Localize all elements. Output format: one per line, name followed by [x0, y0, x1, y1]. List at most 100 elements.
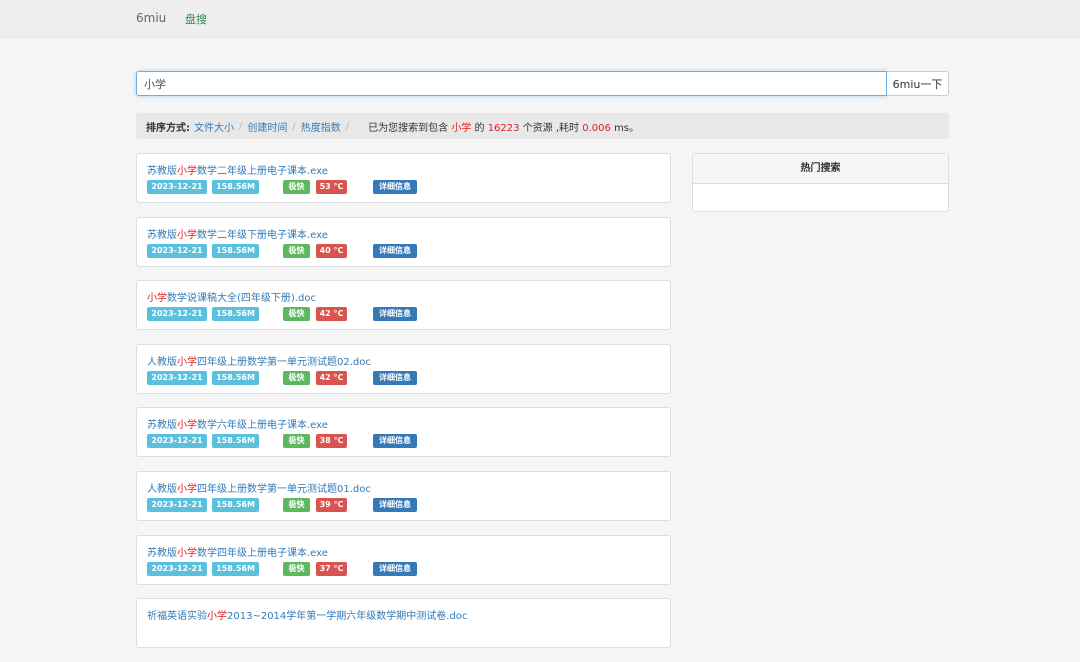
brand-logo[interactable]: 6miu: [136, 11, 166, 25]
size-badge: 158.56M: [212, 370, 259, 385]
result-badges: 2023-12-21 158.56M 极快 39 °C 详细信息: [147, 497, 647, 512]
result-badges: 2023-12-21 158.56M 极快 38 °C 详细信息: [147, 434, 647, 449]
size-badge: 158.56M: [212, 561, 259, 576]
result-title-link[interactable]: 小学数学说课稿大全(四年级下册).doc: [147, 289, 316, 304]
search-input[interactable]: [136, 71, 887, 96]
date-badge: 2023-12-21: [147, 561, 207, 576]
heat-badge: 40 °C: [316, 243, 347, 258]
date-badge: 2023-12-21: [147, 180, 207, 194]
summary-time-label: 个资源 ,耗时: [522, 122, 580, 134]
sort-by-size-link[interactable]: 文件大小: [194, 119, 234, 134]
title-suffix: 数学二年级下册电子课本.exe: [197, 229, 328, 241]
result-title-link[interactable]: 人教版小学四年级上册数学第一单元测试题01.doc: [147, 480, 371, 495]
title-suffix: 数学说课稿大全(四年级下册).doc: [167, 293, 316, 305]
date-badge: 2023-12-21: [147, 434, 207, 449]
result-badges: 2023-12-21 158.56M 极快 53 °C 详细信息: [147, 180, 647, 194]
speed-badge: 极快: [283, 243, 310, 258]
nav-link-pansou[interactable]: 盘搜: [185, 11, 207, 27]
result-item: 苏教版小学数学六年级上册电子课本.exe 2023-12-21 158.56M …: [136, 407, 671, 458]
result-item: 苏教版小学数学四年级上册电子课本.exe 2023-12-21 158.56M …: [136, 534, 671, 585]
detail-button[interactable]: 详细信息: [373, 434, 417, 449]
speed-badge: 极快: [283, 561, 310, 576]
result-item: 苏教版小学数学二年级上册电子课本.exe 2023-12-21 158.56M …: [136, 153, 671, 203]
result-item: 人教版小学四年级上册数学第一单元测试题02.doc 2023-12-21 158…: [136, 343, 671, 394]
title-prefix: 人教版: [147, 356, 177, 368]
search-bar: 6miu一下: [136, 71, 949, 96]
speed-badge: 极快: [283, 434, 310, 449]
heat-badge: 37 °C: [316, 561, 347, 576]
sort-label: 排序方式:: [146, 122, 190, 134]
result-title-link[interactable]: 苏教版小学数学二年级上册电子课本.exe: [147, 162, 328, 177]
sort-by-heat-link[interactable]: 热度指数: [301, 119, 341, 134]
summary-prefix: 已为您搜索到包含: [368, 122, 449, 134]
result-badges: 2023-12-21 158.56M 极快 37 °C 详细信息: [147, 561, 647, 576]
result-badges: 2023-12-21 158.56M 极快 40 °C 详细信息: [147, 243, 647, 258]
result-item: 祈福英语实验小学2013~2014学年第一学期六年级数学期中测试卷.doc: [136, 598, 671, 649]
title-prefix: 苏教版: [147, 420, 177, 432]
size-badge: 158.56M: [212, 497, 259, 512]
date-badge: 2023-12-21: [147, 497, 207, 512]
summary-count: 16223: [487, 122, 520, 134]
sort-separator: /: [239, 120, 243, 132]
detail-button[interactable]: 详细信息: [373, 370, 417, 385]
title-suffix: 四年级上册数学第一单元测试题02.doc: [197, 356, 371, 368]
speed-badge: 极快: [283, 180, 310, 194]
result-title-link[interactable]: 祈福英语实验小学2013~2014学年第一学期六年级数学期中测试卷.doc: [147, 607, 467, 622]
summary-time-unit: ms。: [614, 122, 640, 134]
title-keyword: 小学: [177, 166, 197, 177]
size-badge: 158.56M: [212, 180, 259, 194]
date-badge: 2023-12-21: [147, 370, 207, 385]
title-prefix: 苏教版: [147, 166, 177, 177]
result-title-link[interactable]: 苏教版小学数学六年级上册电子课本.exe: [147, 416, 328, 431]
detail-button[interactable]: 详细信息: [373, 561, 417, 576]
detail-button[interactable]: 详细信息: [373, 497, 417, 512]
sort-separator: /: [345, 120, 350, 132]
speed-badge: 极快: [283, 307, 310, 322]
title-keyword: 小学: [147, 293, 167, 305]
heat-badge: 53 °C: [316, 180, 347, 194]
title-prefix: 苏教版: [147, 229, 177, 241]
speed-badge: 极快: [283, 497, 310, 512]
size-badge: 158.56M: [212, 434, 259, 449]
title-suffix: 数学四年级上册电子课本.exe: [197, 547, 328, 559]
result-item: 小学数学说课稿大全(四年级下册).doc 2023-12-21 158.56M …: [136, 280, 671, 331]
summary-mid: 的: [474, 122, 485, 134]
title-keyword: 小学: [207, 611, 227, 623]
heat-badge: 42 °C: [316, 370, 347, 385]
sort-by-created-link[interactable]: 创建时间: [247, 119, 287, 134]
sort-bar: 排序方式: 文件大小 / 创建时间 / 热度指数 / 已为您搜索到包含 小学 的…: [136, 113, 949, 139]
hot-search-title: 热门搜索: [693, 154, 948, 184]
result-title-link[interactable]: 苏教版小学数学二年级下册电子课本.exe: [147, 226, 328, 241]
summary-time: 0.006: [582, 122, 611, 134]
title-suffix: 四年级上册数学第一单元测试题01.doc: [197, 483, 371, 495]
hot-search-panel: 热门搜索: [692, 153, 949, 212]
heat-badge: 38 °C: [316, 434, 347, 449]
top-navbar: 6miu 盘搜: [0, 0, 1080, 38]
heat-badge: 39 °C: [316, 497, 347, 512]
title-prefix: 祈福英语实验: [147, 611, 207, 623]
title-keyword: 小学: [177, 420, 197, 432]
title-keyword: 小学: [177, 483, 197, 495]
title-suffix: 数学二年级上册电子课本.exe: [197, 166, 328, 177]
result-title-link[interactable]: 苏教版小学数学四年级上册电子课本.exe: [147, 544, 328, 559]
heat-badge: 42 °C: [316, 307, 347, 322]
detail-button[interactable]: 详细信息: [373, 180, 417, 194]
title-keyword: 小学: [177, 356, 197, 368]
sort-separator: /: [292, 120, 296, 132]
date-badge: 2023-12-21: [147, 243, 207, 258]
detail-button[interactable]: 详细信息: [373, 243, 417, 258]
result-item: 苏教版小学数学二年级下册电子课本.exe 2023-12-21 158.56M …: [136, 216, 671, 267]
search-button[interactable]: 6miu一下: [887, 71, 949, 96]
detail-button[interactable]: 详细信息: [373, 307, 417, 322]
result-badges: 2023-12-21 158.56M 极快 42 °C 详细信息: [147, 370, 647, 385]
result-title-link[interactable]: 人教版小学四年级上册数学第一单元测试题02.doc: [147, 353, 371, 368]
title-keyword: 小学: [177, 547, 197, 559]
size-badge: 158.56M: [212, 307, 259, 322]
title-suffix: 数学六年级上册电子课本.exe: [197, 420, 328, 432]
title-prefix: 人教版: [147, 483, 177, 495]
speed-badge: 极快: [283, 370, 310, 385]
result-summary: 已为您搜索到包含 小学 的 16223 个资源 ,耗时 0.006 ms。: [368, 119, 639, 134]
result-list: 苏教版小学数学二年级上册电子课本.exe 2023-12-21 158.56M …: [136, 153, 671, 662]
date-badge: 2023-12-21: [147, 307, 207, 322]
size-badge: 158.56M: [212, 243, 259, 258]
